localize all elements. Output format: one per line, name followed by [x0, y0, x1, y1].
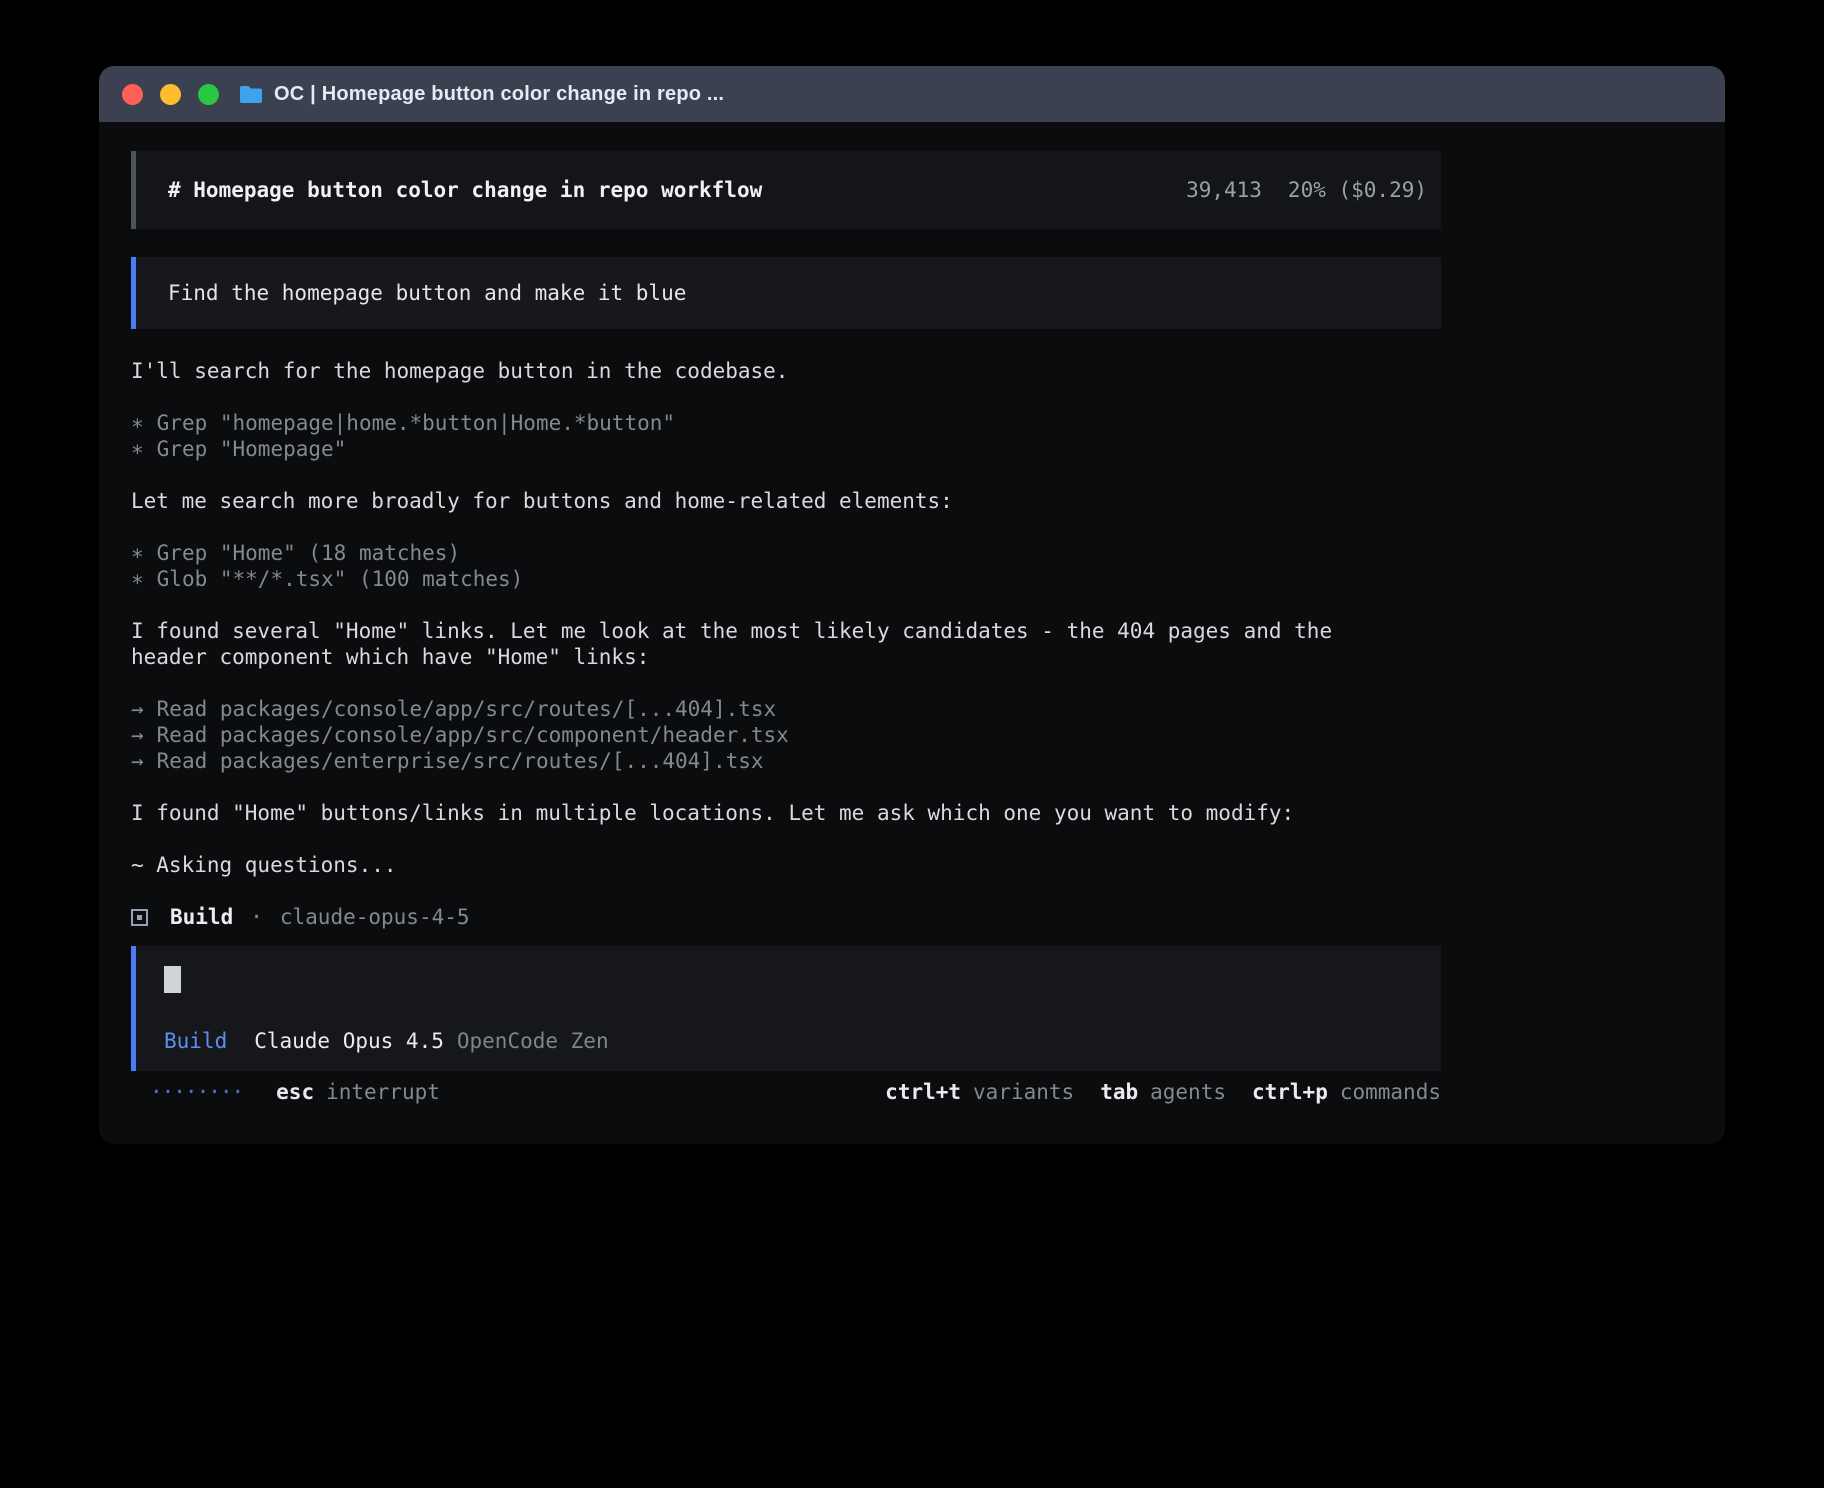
terminal-window: OC | Homepage button color change in rep…: [99, 66, 1725, 1144]
zoom-button[interactable]: [198, 84, 219, 105]
shortcut-variants: ctrl+t variants: [885, 1080, 1074, 1104]
agent-name: Build: [170, 904, 233, 930]
window-titlebar[interactable]: OC | Homepage button color change in rep…: [99, 66, 1725, 122]
shortcut-label-interrupt: interrupt: [326, 1080, 440, 1104]
provider-label: OpenCode Zen: [457, 1029, 609, 1053]
tool-call-read: → Read packages/enterprise/src/routes/[..…: [131, 748, 1441, 774]
asterisk-icon: ∗: [131, 410, 144, 436]
asterisk-icon: ∗: [131, 436, 144, 462]
input-mode-line: Build Claude Opus 4.5 OpenCode Zen: [164, 1029, 1441, 1053]
agent-model: claude-opus-4-5: [280, 904, 470, 930]
context-cost: 20% ($0.29): [1288, 178, 1427, 202]
titlebar-title-group: OC | Homepage button color change in rep…: [238, 83, 724, 106]
tool-call-label: Read packages/console/app/src/routes/[..…: [157, 697, 777, 721]
tool-call-label: Grep "Home" (18 matches): [157, 541, 460, 565]
model-label: Claude Opus 4.5: [254, 1029, 444, 1053]
tool-call-read: → Read packages/console/app/src/component…: [131, 722, 1441, 748]
folder-icon: [238, 84, 264, 105]
tool-call-group: ∗ Grep "homepage|home.*button|Home.*butto…: [131, 410, 1441, 462]
shortcut-label-commands: commands: [1340, 1080, 1441, 1104]
shortcut-key-esc: esc: [276, 1080, 314, 1104]
assistant-text-line: I found several "Home" links. Let me loo…: [131, 618, 1441, 644]
session-header: # Homepage button color change in repo w…: [131, 151, 1441, 229]
shortcut-key-tab: tab: [1100, 1080, 1138, 1104]
arrow-right-icon: →: [131, 722, 144, 748]
assistant-text: Let me search more broadly for buttons a…: [131, 488, 1441, 514]
status-text: ~ Asking questions...: [131, 852, 1441, 878]
shortcut-key-ctrl-t: ctrl+t: [885, 1080, 961, 1104]
assistant-text-line: header component which have "Home" links…: [131, 644, 1441, 670]
close-button[interactable]: [122, 84, 143, 105]
desktop-background: OC | Homepage button color change in rep…: [0, 0, 1824, 1488]
asterisk-icon: ∗: [131, 540, 144, 566]
token-count: 39,413: [1186, 178, 1262, 202]
shortcut-commands: ctrl+p commands: [1252, 1080, 1441, 1104]
assistant-text: I found several "Home" links. Let me loo…: [131, 618, 1441, 670]
tool-call-group: ∗ Grep "Home" (18 matches) ∗ Glob "**/*.ts…: [131, 540, 1441, 592]
tool-call-glob: ∗ Glob "**/*.tsx" (100 matches): [131, 566, 1441, 592]
tool-call-label: Read packages/enterprise/src/routes/[...…: [157, 749, 764, 773]
square-dot-icon: [131, 909, 148, 926]
tool-call-grep: ∗ Grep "homepage|home.*button|Home.*butto…: [131, 410, 1441, 436]
session-title: # Homepage button color change in repo w…: [168, 178, 762, 202]
traffic-lights: [122, 84, 219, 105]
user-message-text: Find the homepage button and make it blu…: [168, 281, 686, 305]
window-title: OC | Homepage button color change in rep…: [274, 83, 724, 106]
user-message: Find the homepage button and make it blu…: [131, 257, 1441, 329]
tool-call-grep: ∗ Grep "Home" (18 matches): [131, 540, 1441, 566]
tool-call-label: Read packages/console/app/src/component/…: [157, 723, 789, 747]
tool-call-label: Grep "Homepage": [157, 437, 347, 461]
tool-call-label: Grep "homepage|home.*button|Home.*button…: [157, 411, 675, 435]
tool-call-grep: ∗ Grep "Homepage": [131, 436, 1441, 462]
terminal-body: # Homepage button color change in repo w…: [99, 122, 1725, 1144]
conversation: I'll search for the homepage button in t…: [131, 358, 1441, 930]
tool-call-group: → Read packages/console/app/src/routes/[.…: [131, 696, 1441, 774]
tool-call-label: Glob "**/*.tsx" (100 matches): [157, 567, 524, 591]
shortcut-label-agents: agents: [1150, 1080, 1226, 1104]
status-bar-right: ctrl+t variants tab agents ctrl+p comman…: [885, 1080, 1441, 1104]
assistant-text: I found "Home" buttons/links in multiple…: [131, 800, 1441, 826]
status-bar-left: ········ esc interrupt: [131, 1080, 440, 1104]
status-bar: ········ esc interrupt ctrl+t variants t…: [131, 1080, 1441, 1104]
tool-call-read: → Read packages/console/app/src/routes/[.…: [131, 696, 1441, 722]
text-cursor: [164, 966, 181, 993]
arrow-right-icon: →: [131, 748, 144, 774]
shortcut-label-variants: variants: [973, 1080, 1074, 1104]
agent-mode-label: Build: [164, 1029, 227, 1053]
asterisk-icon: ∗: [131, 566, 144, 592]
agent-status-line: Build · claude-opus-4-5: [131, 904, 1441, 930]
session-stats: 39,413 20% ($0.29): [1186, 178, 1427, 202]
minimize-button[interactable]: [160, 84, 181, 105]
separator-dot: ·: [250, 904, 263, 930]
prompt-input[interactable]: Build Claude Opus 4.5 OpenCode Zen: [131, 946, 1441, 1071]
shortcut-key-ctrl-p: ctrl+p: [1252, 1080, 1328, 1104]
arrow-right-icon: →: [131, 696, 144, 722]
assistant-text: I'll search for the homepage button in t…: [131, 358, 1441, 384]
spinner-dots-icon: ········: [150, 1080, 243, 1104]
shortcut-agents: tab agents: [1100, 1080, 1226, 1104]
